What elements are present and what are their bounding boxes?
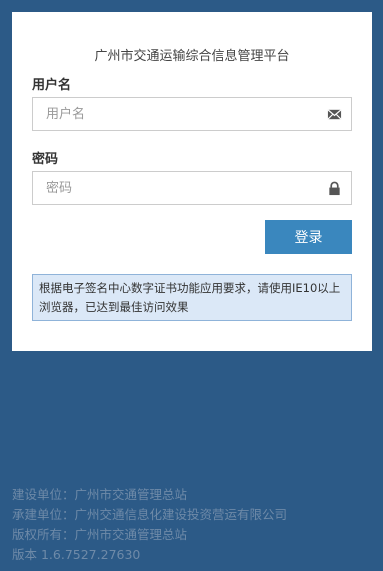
username-field xyxy=(32,97,352,131)
footer: 建设单位：广州市交通管理总站 承建单位：广州交通信息化建设投资营运有限公司 版权… xyxy=(12,485,287,565)
lock-icon xyxy=(329,181,340,196)
page-title: 广州市交通运输综合信息管理平台 xyxy=(94,49,290,64)
username-label: 用户名 xyxy=(32,78,72,93)
login-button[interactable]: 登录 xyxy=(265,220,352,254)
password-field xyxy=(32,171,352,205)
password-label: 密码 xyxy=(32,152,59,167)
envelope-icon xyxy=(327,109,342,120)
footer-contractor: 承建单位：广州交通信息化建设投资营运有限公司 xyxy=(12,507,288,522)
username-input[interactable] xyxy=(33,98,313,130)
browser-notice: 根据电子签名中心数字证书功能应用要求，请使用IE10以上浏览器，已达到最佳访问效… xyxy=(32,274,352,321)
footer-copyright: 版权所有：广州市交通管理总站 xyxy=(12,527,188,542)
password-input[interactable] xyxy=(33,172,313,204)
footer-builder: 建设单位：广州市交通管理总站 xyxy=(12,487,188,502)
login-card: 广州市交通运输综合信息管理平台 用户名 密码 登录 根据电子签名中心数字证书功能… xyxy=(12,12,372,351)
footer-version: 版本 1.6.7527.27630 xyxy=(12,547,141,562)
